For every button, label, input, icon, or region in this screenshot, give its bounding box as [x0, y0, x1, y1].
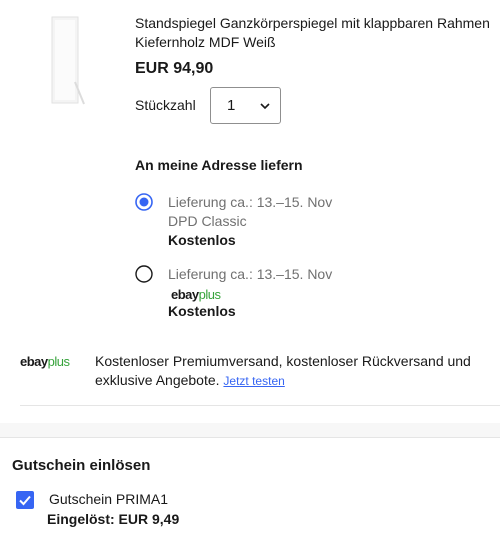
ebay-logo-text: ebay [20, 354, 48, 369]
shipping-option-1-delivery: Lieferung ca.: 13.–15. Nov [168, 194, 333, 210]
shipping-option-2-cost: Kostenlos [168, 303, 236, 319]
shipping-option-1-cost: Kostenlos [168, 232, 236, 248]
shipping-option-2-delivery: Lieferung ca.: 13.–15. Nov [168, 266, 333, 282]
try-now-link[interactable]: Jetzt testen [223, 374, 284, 388]
shipping-option-1-carrier: DPD Classic [168, 213, 247, 229]
ebay-logo-plus: plus [198, 287, 221, 302]
chevron-down-icon [260, 103, 270, 110]
quantity-label: Stückzahl [135, 97, 196, 113]
standing-mirror-image [18, 12, 112, 106]
ebay-plus-promo: Kostenloser Premiumversand, kostenloser … [95, 352, 490, 391]
check-icon [19, 495, 31, 506]
ebay-logo-text: ebay [171, 287, 199, 302]
product-title[interactable]: Standspiegel Ganzkörperspiegel mit klapp… [135, 14, 490, 52]
product-thumbnail[interactable] [18, 12, 112, 106]
divider [20, 405, 500, 406]
ebay-plus-promo-logo: ebayplus [20, 354, 70, 369]
quantity-select[interactable]: 1 [210, 87, 281, 124]
coupon-checkbox[interactable] [16, 491, 34, 509]
coupon-code-label: Gutschein PRIMA1 [49, 491, 169, 507]
shipping-option-1-radio[interactable] [135, 193, 153, 211]
quantity-value: 1 [227, 97, 236, 114]
section-separator [0, 423, 500, 438]
product-price: EUR 94,90 [135, 60, 214, 77]
coupon-heading: Gutschein einlösen [12, 457, 151, 474]
ebay-logo-plus: plus [47, 354, 70, 369]
coupon-applied-amount: Eingelöst: EUR 9,49 [47, 511, 180, 527]
shipping-option-2-radio[interactable] [135, 265, 153, 283]
shipping-heading: An meine Adresse liefern [135, 157, 303, 173]
